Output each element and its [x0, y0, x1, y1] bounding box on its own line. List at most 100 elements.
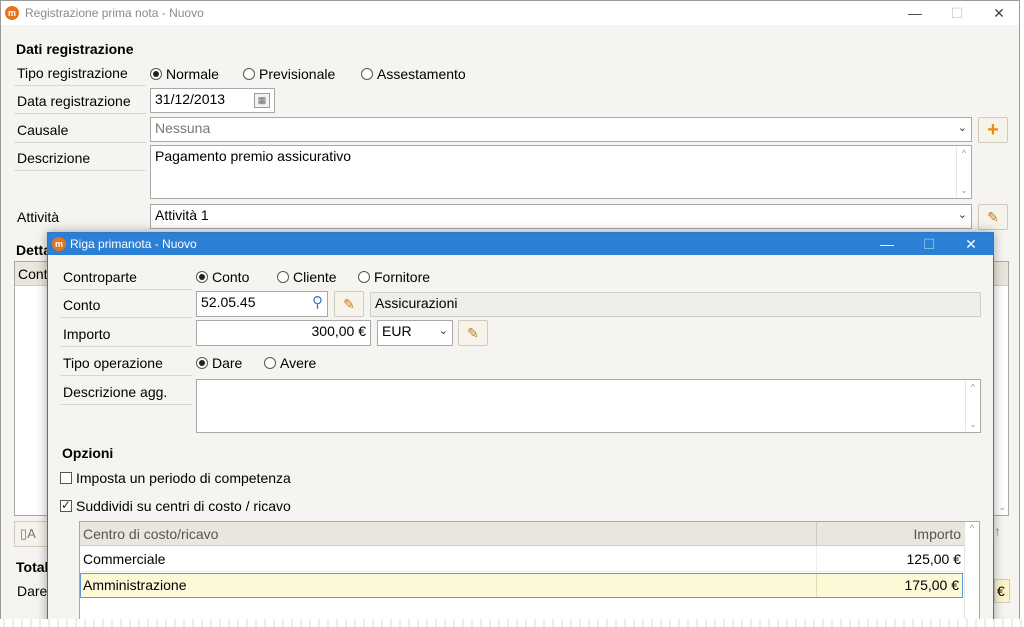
descrizione-agg-textarea[interactable]: ^ ⌄ — [196, 379, 981, 433]
arrow-right-icon[interactable]: ↑ — [994, 523, 1001, 539]
causale-value: Nessuna — [155, 120, 211, 136]
radio-assestamento-label: Assestamento — [377, 66, 466, 82]
centri-table-scrollbar[interactable]: ^ — [964, 522, 979, 626]
periodo-checkbox-icon[interactable] — [60, 472, 72, 484]
descrizione-label: Descrizione — [14, 150, 146, 171]
centri-costo-table-container[interactable]: Centro di costo/ricavo Importo Commercia… — [79, 521, 980, 626]
dialog-title: Riga primanota - Nuovo — [70, 237, 197, 251]
radio-avere-icon[interactable] — [264, 357, 276, 369]
periodo-competenza-checkbox[interactable]: Imposta un periodo di competenza — [60, 470, 291, 486]
conto-field[interactable]: 52.05.45 ⚲ — [196, 291, 328, 317]
maximize-button[interactable]: ☐ — [937, 1, 977, 25]
radio-cliente-icon[interactable] — [277, 271, 289, 283]
table-row[interactable]: Commerciale 125,00 € — [80, 547, 965, 572]
importo-label: Importo — [60, 326, 192, 347]
descrizione-value: Pagamento premio assicurativo — [155, 148, 352, 164]
table-row-selected[interactable]: Amministrazione 175,00 € — [80, 573, 963, 598]
radio-fornitore-icon[interactable] — [358, 271, 370, 283]
attivita-select[interactable]: Attività 1 ⌄ — [150, 204, 972, 229]
opzioni-title: Opzioni — [62, 445, 114, 461]
radio-dare[interactable]: Dare — [196, 355, 242, 371]
scroll-down-icon[interactable]: ⌄ — [998, 502, 1006, 513]
radio-normale[interactable]: Normale — [150, 66, 219, 82]
totali-title: Total — [16, 559, 49, 575]
importo-value: 300,00 € — [311, 323, 367, 339]
descrizione-textarea[interactable]: Pagamento premio assicurativo ^ ⌄ — [150, 145, 972, 199]
radio-previsionale-label: Previsionale — [259, 66, 336, 82]
radio-assestamento[interactable]: Assestamento — [361, 66, 466, 82]
radio-fornitore-label: Fornitore — [374, 269, 431, 285]
dettaglio-header-conto: Cont — [18, 266, 48, 282]
radio-cliente-label: Cliente — [293, 269, 337, 285]
add-row-button[interactable]: ▯A — [14, 521, 48, 547]
header-centro[interactable]: Centro di costo/ricavo — [83, 526, 218, 542]
radio-cliente[interactable]: Cliente — [277, 269, 337, 285]
dialog-close-button[interactable]: ✕ — [951, 233, 991, 255]
chevron-down-icon: ⌄ — [438, 325, 448, 337]
minimize-button[interactable]: — — [895, 1, 935, 25]
centri-table-header: Centro di costo/ricavo Importo — [80, 522, 965, 546]
radio-conto[interactable]: Conto — [196, 269, 249, 285]
row-divider — [816, 574, 817, 597]
header-importo[interactable]: Importo — [914, 526, 961, 542]
edit-valuta-button[interactable]: ✎ — [458, 320, 488, 346]
valuta-value: EUR — [382, 323, 412, 339]
pencil-icon: ✎ — [987, 209, 999, 225]
radio-conto-icon[interactable] — [196, 271, 208, 283]
chevron-down-icon: ⌄ — [957, 209, 967, 221]
row-importo: 175,00 € — [904, 577, 960, 593]
add-row-label: A — [27, 526, 36, 541]
row-importo: 125,00 € — [906, 551, 962, 567]
plus-icon: + — [987, 119, 999, 141]
calendar-icon[interactable]: ▦ — [254, 93, 270, 108]
scroll-down-icon[interactable]: ⌄ — [966, 419, 980, 430]
radio-normale-icon[interactable] — [150, 68, 162, 80]
main-titlebar: m Registrazione prima nota - Nuovo — ☐ ✕ — [1, 1, 1019, 25]
descrizione-agg-scrollbar[interactable]: ^ ⌄ — [965, 381, 979, 431]
radio-fornitore[interactable]: Fornitore — [358, 269, 430, 285]
dare-total-currency: € — [997, 583, 1005, 599]
dialog-minimize-button[interactable]: — — [867, 233, 907, 255]
radio-avere[interactable]: Avere — [264, 355, 316, 371]
scroll-down-icon[interactable]: ⌄ — [957, 185, 971, 196]
edit-attivita-button[interactable]: ✎ — [978, 204, 1008, 230]
data-registrazione-field[interactable]: 31/12/2013 ▦ — [150, 88, 275, 113]
torn-edge-decoration — [0, 619, 1024, 627]
valuta-select[interactable]: EUR ⌄ — [377, 320, 453, 346]
radio-assestamento-icon[interactable] — [361, 68, 373, 80]
scroll-up-icon[interactable]: ^ — [966, 382, 980, 392]
descrizione-scrollbar[interactable]: ^ ⌄ — [956, 147, 970, 197]
dialog-titlebar: m Riga primanota - Nuovo — ☐ ✕ — [48, 233, 993, 255]
causale-label: Causale — [14, 122, 146, 143]
radio-previsionale-icon[interactable] — [243, 68, 255, 80]
controparte-label: Controparte — [60, 269, 192, 290]
centri-checkbox-label: Suddividi su centri di costo / ricavo — [76, 498, 291, 514]
radio-avere-label: Avere — [280, 355, 317, 371]
radio-previsionale[interactable]: Previsionale — [243, 66, 335, 82]
main-window-title: Registrazione prima nota - Nuovo — [25, 6, 204, 20]
centri-costo-checkbox[interactable]: Suddividi su centri di costo / ricavo — [60, 498, 291, 514]
dialog-maximize-button[interactable]: ☐ — [909, 233, 949, 255]
scroll-up-icon[interactable]: ^ — [957, 148, 971, 158]
periodo-checkbox-label: Imposta un periodo di competenza — [76, 470, 291, 486]
tipo-registrazione-label: Tipo registrazione — [14, 65, 146, 86]
search-icon[interactable]: ⚲ — [312, 293, 323, 311]
conto-description-field: Assicurazioni — [370, 292, 981, 317]
row-centro: Amministrazione — [83, 577, 187, 593]
edit-conto-button[interactable]: ✎ — [334, 291, 364, 317]
radio-dare-icon[interactable] — [196, 357, 208, 369]
importo-field[interactable]: 300,00 € — [196, 320, 371, 346]
dare-total-label: Dare — [17, 583, 48, 599]
header-divider — [816, 522, 817, 546]
data-registrazione-value: 31/12/2013 — [155, 91, 226, 107]
add-causale-button[interactable]: + — [978, 117, 1008, 143]
conto-value: 52.05.45 — [201, 294, 256, 310]
row-centro: Commerciale — [83, 551, 166, 567]
causale-select[interactable]: Nessuna ⌄ — [150, 117, 972, 142]
radio-dare-label: Dare — [212, 355, 243, 371]
radio-conto-label: Conto — [212, 269, 250, 285]
close-button[interactable]: ✕ — [979, 1, 1019, 25]
radio-normale-label: Normale — [166, 66, 219, 82]
scroll-up-icon[interactable]: ^ — [965, 523, 979, 533]
centri-checkbox-icon[interactable] — [60, 498, 72, 512]
